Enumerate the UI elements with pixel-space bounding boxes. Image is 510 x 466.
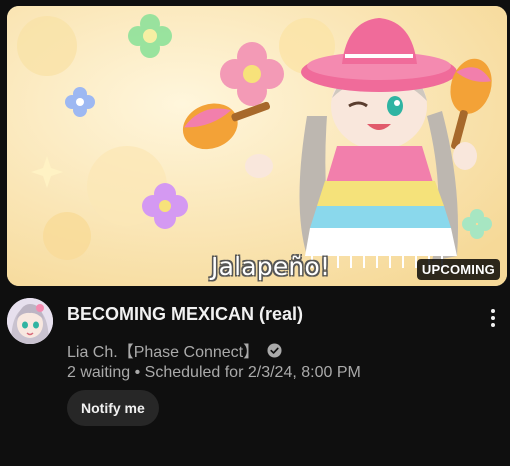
notify-me-button[interactable]: Notify me bbox=[67, 390, 159, 426]
upcoming-badge: UPCOMING bbox=[416, 259, 500, 280]
more-vertical-icon[interactable] bbox=[483, 306, 503, 330]
thumbnail-illustration bbox=[7, 6, 507, 286]
channel-row: Lia Ch.【Phase Connect】 bbox=[67, 338, 282, 362]
stats-separator: • bbox=[134, 364, 141, 381]
video-thumbnail[interactable]: Jalapeño! UPCOMING bbox=[7, 6, 507, 286]
waiting-count: 2 waiting bbox=[67, 364, 131, 381]
thumbnail-caption: Jalapeño! bbox=[211, 252, 331, 281]
video-details: BECOMING MEXICAN (real) Lia Ch.【Phase Co… bbox=[7, 298, 510, 458]
channel-name[interactable]: Lia Ch.【Phase Connect】 bbox=[67, 338, 259, 362]
scheduled-time: Scheduled for 2/3/24, 8:00 PM bbox=[144, 364, 361, 381]
video-stats: 2 waiting • Scheduled for 2/3/24, 8:00 P… bbox=[67, 364, 361, 382]
verified-check-icon bbox=[267, 342, 282, 358]
video-title[interactable]: BECOMING MEXICAN (real) bbox=[67, 304, 303, 325]
channel-avatar[interactable] bbox=[7, 298, 53, 344]
avatar-image bbox=[7, 298, 53, 344]
